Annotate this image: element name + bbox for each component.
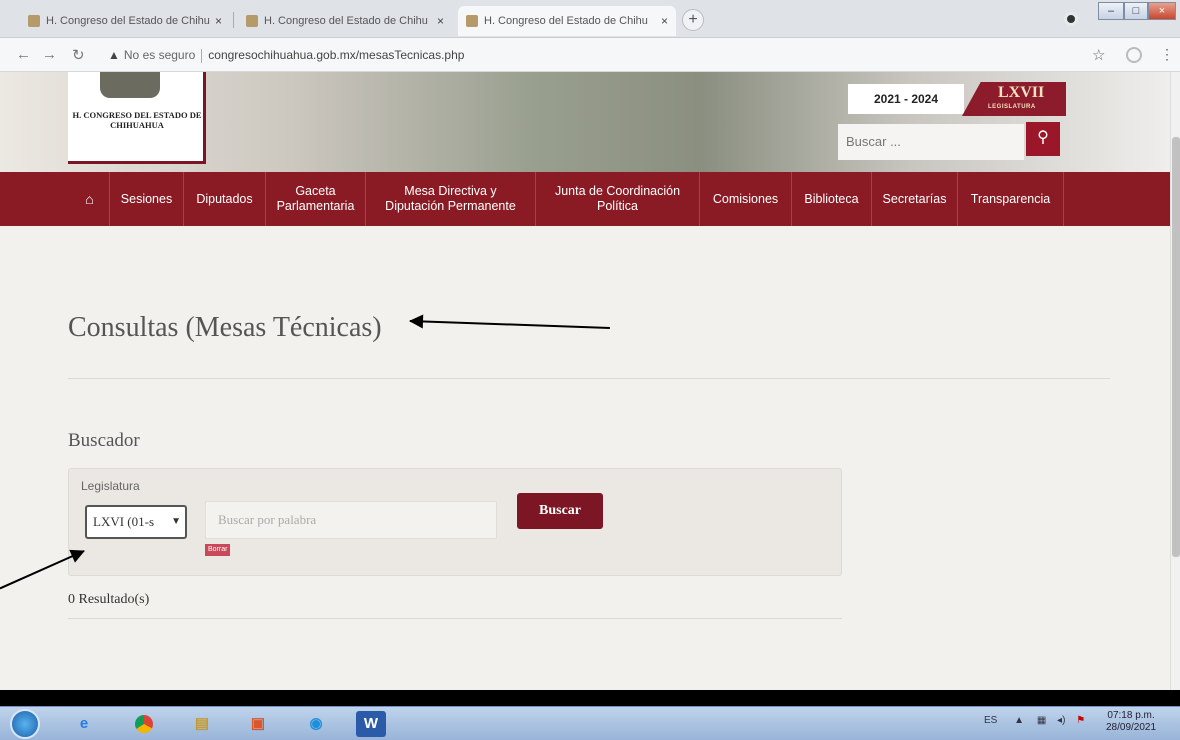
header-banner: H. CONGRESO DEL ESTADO DE CHIHUAHUA 2021…	[0, 72, 1170, 172]
legislature-number: LXVII	[998, 84, 1045, 101]
logo-text: H. CONGRESO DEL ESTADO DE CHIHUAHUA	[72, 110, 202, 130]
forward-arrow-icon[interactable]: →	[42, 46, 57, 63]
scrollbar-thumb[interactable]	[1172, 137, 1180, 557]
action-center-icon[interactable]: ⚑	[1076, 715, 1085, 726]
period-label: 2021 - 2024	[848, 84, 964, 114]
nav-junta-coordinacion[interactable]: Junta de Coordinación Política	[536, 172, 700, 226]
tab-title: H. Congreso del Estado de Chihu	[46, 15, 210, 27]
arrowhead	[408, 313, 424, 329]
menu-dots-icon[interactable]: ⋮	[1160, 46, 1174, 63]
annotation-arrow	[408, 313, 610, 329]
maximize-button[interactable]: □	[1124, 2, 1148, 20]
address-bar-row: ← → ↻ ▲ No es seguro congresochihuahua.gob…	[0, 38, 1180, 72]
warning-triangle-icon: ▲	[108, 48, 120, 62]
legislatura-select[interactable]: LXVI (01-s ▼	[85, 505, 187, 539]
nav-comisiones[interactable]: Comisiones	[700, 172, 792, 226]
close-tab-icon[interactable]: ×	[437, 6, 444, 36]
browser-tab[interactable]: H. Congreso del Estado de Chihu ×	[238, 6, 452, 36]
search-button[interactable]: Buscar	[517, 493, 603, 529]
edge-icon[interactable]: ◉	[296, 711, 336, 737]
clock-time: 07:18 p.m.	[1107, 710, 1155, 721]
state-shape-icon	[100, 72, 160, 98]
chevron-down-icon: ▼	[171, 516, 181, 527]
nav-gaceta[interactable]: Gaceta Parlamentaria	[266, 172, 366, 226]
nav-diputados[interactable]: Diputados	[184, 172, 266, 226]
divider	[68, 378, 1110, 379]
page-scrollbar[interactable]	[1170, 72, 1180, 692]
legislature-label: LEGISLATURA	[988, 104, 1036, 110]
web-page: H. CONGRESO DEL ESTADO DE CHIHUAHUA 2021…	[0, 72, 1170, 692]
internet-explorer-icon[interactable]: e	[64, 711, 104, 737]
browser-tab-active[interactable]: H. Congreso del Estado de Chihu ×	[458, 6, 676, 36]
taskbar: e ▤ ▣ ◉ W ES ▲ ▦ ◂) ⚑ 07:18 p.m. 28/09/2…	[0, 706, 1180, 740]
main-nav: ⌂ Sesiones Diputados Gaceta Parlamentari…	[0, 172, 1170, 226]
clear-button[interactable]: Borrar	[205, 544, 231, 556]
site-favicon-icon	[466, 15, 478, 27]
tab-title: H. Congreso del Estado de Chihu	[264, 15, 428, 27]
close-tab-icon[interactable]: ×	[661, 6, 668, 36]
nav-biblioteca[interactable]: Biblioteca	[792, 172, 872, 226]
divider	[68, 618, 842, 619]
search-panel: Legislatura LXVI (01-s ▼ Buscar por pala…	[68, 468, 842, 576]
legislatura-selected-value: LXVI (01-s	[93, 514, 155, 529]
page-title: Consultas (Mesas Técnicas)	[68, 312, 382, 343]
account-icon[interactable]	[1126, 47, 1142, 63]
search-section-title: Buscador	[68, 430, 140, 451]
divider	[201, 48, 203, 63]
legislatura-label: Legislatura	[81, 479, 140, 493]
show-hidden-icons-icon[interactable]: ▲	[1014, 715, 1024, 726]
clock-date: 28/09/2021	[1106, 722, 1157, 733]
close-window-button[interactable]: ×	[1148, 2, 1176, 20]
keyword-search-input[interactable]: Buscar por palabra	[205, 501, 497, 539]
nav-home[interactable]: ⌂	[70, 172, 110, 226]
address-bar[interactable]: ▲ No es seguro congresochihuahua.gob.mx/me…	[108, 43, 1088, 67]
results-count: 0 Resultado(s)	[68, 592, 150, 607]
clock[interactable]: 07:18 p.m. 28/09/2021	[1106, 710, 1156, 734]
legislature-badge: LXVII LEGISLATURA	[962, 82, 1066, 116]
nav-sesiones[interactable]: Sesiones	[110, 172, 184, 226]
home-icon: ⌂	[85, 190, 94, 207]
site-logo[interactable]: H. CONGRESO DEL ESTADO DE CHIHUAHUA	[68, 72, 206, 164]
back-arrow-icon[interactable]: ←	[16, 46, 31, 63]
minimize-button[interactable]: –	[1098, 2, 1124, 20]
profile-icon[interactable]	[1064, 12, 1078, 26]
new-tab-button[interactable]: +	[682, 9, 704, 31]
site-search-button[interactable]: ⚲	[1026, 122, 1060, 156]
word-icon[interactable]: W	[356, 711, 386, 737]
tab-separator	[233, 12, 234, 28]
reload-icon[interactable]: ↻	[72, 46, 85, 64]
site-favicon-icon	[28, 15, 40, 27]
chrome-icon[interactable]	[124, 711, 164, 737]
site-favicon-icon	[246, 15, 258, 27]
search-icon: ⚲	[1037, 129, 1049, 146]
browser-tab-strip: H. Congreso del Estado de Chihu × H. Con…	[0, 0, 1180, 38]
media-player-icon[interactable]: ▣	[238, 711, 278, 737]
url-text: congresochihuahua.gob.mx/mesasTecnicas.p…	[208, 48, 465, 62]
volume-icon[interactable]: ◂)	[1057, 715, 1065, 726]
system-tray: ES ▲ ▦ ◂) ⚑	[984, 715, 1085, 726]
language-indicator[interactable]: ES	[984, 715, 997, 726]
nav-transparencia[interactable]: Transparencia	[958, 172, 1064, 226]
browser-tab[interactable]: H. Congreso del Estado de Chihu ×	[20, 6, 230, 36]
site-search-input[interactable]: Buscar ...	[838, 124, 1024, 160]
file-explorer-icon[interactable]: ▤	[182, 711, 222, 737]
network-icon[interactable]: ▦	[1037, 715, 1046, 726]
bookmark-star-icon[interactable]: ☆	[1092, 46, 1105, 64]
nav-mesa-directiva[interactable]: Mesa Directiva y Diputación Permanente	[366, 172, 536, 226]
close-tab-icon[interactable]: ×	[215, 6, 222, 36]
page-bottom-bar	[0, 690, 1180, 706]
tab-title: H. Congreso del Estado de Chihu	[484, 15, 648, 27]
start-button[interactable]	[10, 709, 40, 739]
security-label: No es seguro	[123, 48, 196, 62]
nav-secretarias[interactable]: Secretarías	[872, 172, 958, 226]
